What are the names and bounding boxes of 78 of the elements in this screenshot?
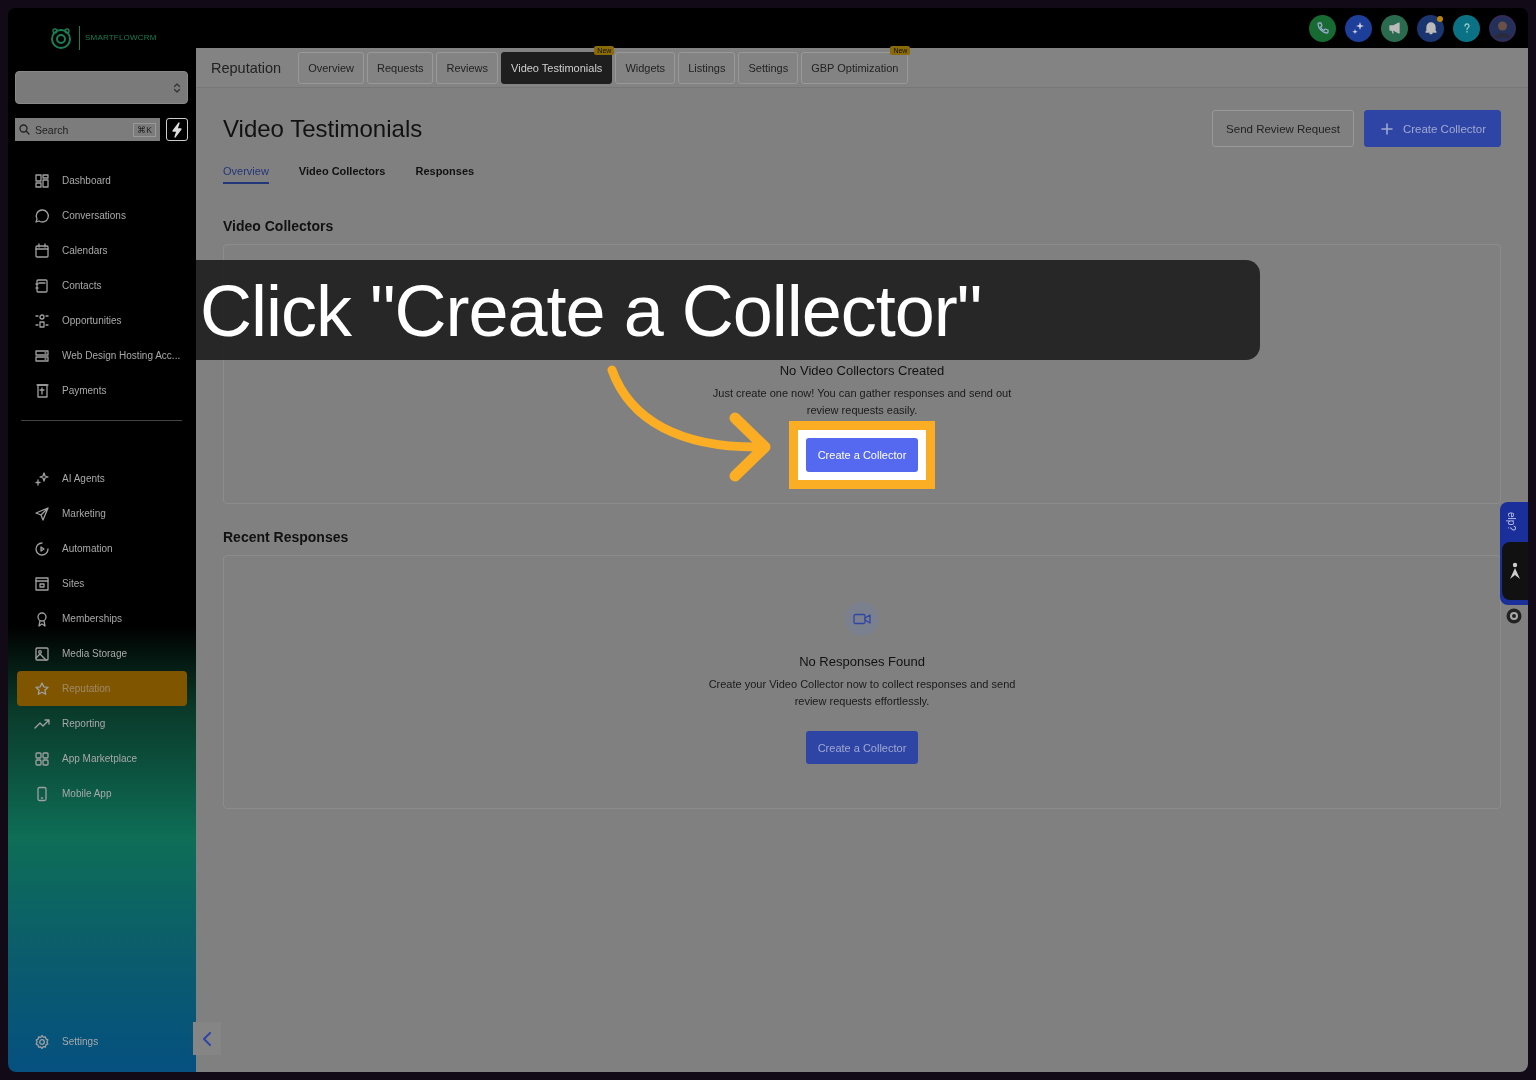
page-title: Video Testimonials (223, 114, 423, 143)
notifications-button[interactable] (1417, 14, 1444, 42)
nav-item[interactable]: App Marketplace (17, 741, 187, 776)
announcements-icon (1386, 20, 1403, 36)
search-field[interactable]: Search ⌘K (15, 118, 160, 141)
ribbon-icon (34, 610, 50, 627)
nav-item[interactable]: Automation (17, 531, 187, 566)
tab[interactable]: Widgets (615, 51, 676, 84)
tab[interactable]: Requests (367, 51, 434, 84)
create-collector-button[interactable]: Create a Collector (805, 731, 919, 764)
empty-state-text: Just create one now! You can gather responses and send out review requests easily. (711, 386, 1013, 418)
ai-assistant-button[interactable] (1345, 14, 1372, 42)
subtab[interactable]: Overview (223, 165, 269, 184)
empty-state-title: No Video Collectors Created (779, 362, 945, 380)
shortcut-hint: ⌘K (133, 122, 156, 137)
server-icon (34, 347, 50, 364)
chevron-updown-icon (173, 81, 181, 94)
chevron-left-icon (202, 1031, 212, 1046)
nav-item[interactable]: Contacts (17, 268, 187, 303)
star-icon (34, 680, 50, 697)
nav-item[interactable]: Marketing (17, 496, 187, 531)
tab[interactable]: Settings (738, 51, 799, 84)
nav-item[interactable]: Conversations (17, 198, 187, 233)
avatar[interactable] (1489, 14, 1516, 42)
play-circle-icon (34, 540, 50, 557)
image-icon (34, 645, 50, 662)
phone-button[interactable] (1309, 14, 1336, 42)
plus-icon (1380, 122, 1393, 135)
logo-icon (49, 26, 73, 50)
nav-item[interactable]: Settings (17, 1024, 187, 1059)
section-title: Reputation (211, 59, 282, 76)
help-tab[interactable]: elp? (1500, 502, 1528, 605)
receipt-icon (34, 382, 50, 399)
announcements-button[interactable] (1381, 14, 1408, 42)
grid-icon (34, 172, 50, 189)
website-icon (34, 575, 50, 592)
calendar-icon (34, 242, 50, 259)
gear-icon (34, 1033, 50, 1050)
section-heading: Video Collectors (223, 218, 335, 234)
nav-item[interactable]: Reporting (17, 706, 187, 741)
nav-item[interactable]: Web Design Hosting Acc... (17, 338, 187, 373)
search-icon (19, 124, 30, 135)
subtab[interactable]: Video Collectors (298, 165, 386, 184)
nav-item[interactable]: Payments (17, 373, 187, 408)
gear-icon[interactable] (1506, 608, 1522, 624)
phone-icon (1314, 20, 1331, 36)
people-network-icon (34, 312, 50, 329)
lightning-icon (171, 121, 183, 138)
video-camera-icon (853, 613, 871, 625)
help-button[interactable] (1453, 14, 1480, 42)
nav-item[interactable]: Calendars (17, 233, 187, 268)
empty-state-title: No Responses Found (799, 653, 925, 671)
nav-item[interactable]: AI Agents (17, 461, 187, 496)
contact-book-icon (34, 277, 50, 294)
quick-action-button[interactable] (166, 118, 188, 141)
create-collector-button[interactable]: Create a Collector (805, 438, 919, 472)
callout-text: Click "Create a Collector" (200, 275, 982, 347)
apps-grid-icon (34, 750, 50, 767)
mobile-phone-icon (34, 785, 50, 802)
nav-item[interactable]: Memberships (17, 601, 187, 636)
send-request-button[interactable]: Send Review Request (1212, 110, 1354, 147)
sparkle-icon (34, 470, 50, 487)
nav-item[interactable]: Mobile App (17, 776, 187, 811)
nav-item[interactable]: Opportunities (17, 303, 187, 338)
tab[interactable]: Listings (678, 51, 736, 84)
logo-text: SMARTFLOWCRM (79, 26, 157, 50)
nav-item[interactable]: Dashboard (17, 163, 187, 198)
nav-item[interactable]: Sites (17, 566, 187, 601)
tab[interactable]: Overview (298, 51, 364, 84)
nav-item[interactable]: Media Storage (17, 636, 187, 671)
paper-plane-icon (34, 505, 50, 522)
chat-bubble-icon (34, 207, 50, 224)
create-collector-button[interactable]: Create Collector (1363, 110, 1501, 147)
tab[interactable]: Reviews (436, 51, 499, 84)
person-icon (1508, 561, 1522, 581)
subtab[interactable]: Responses (415, 165, 475, 184)
empty-state-text: Create your Video Collector now to collect responses and send review requests effortlessly. (707, 677, 1017, 709)
section-heading: Recent Responses (223, 529, 350, 545)
